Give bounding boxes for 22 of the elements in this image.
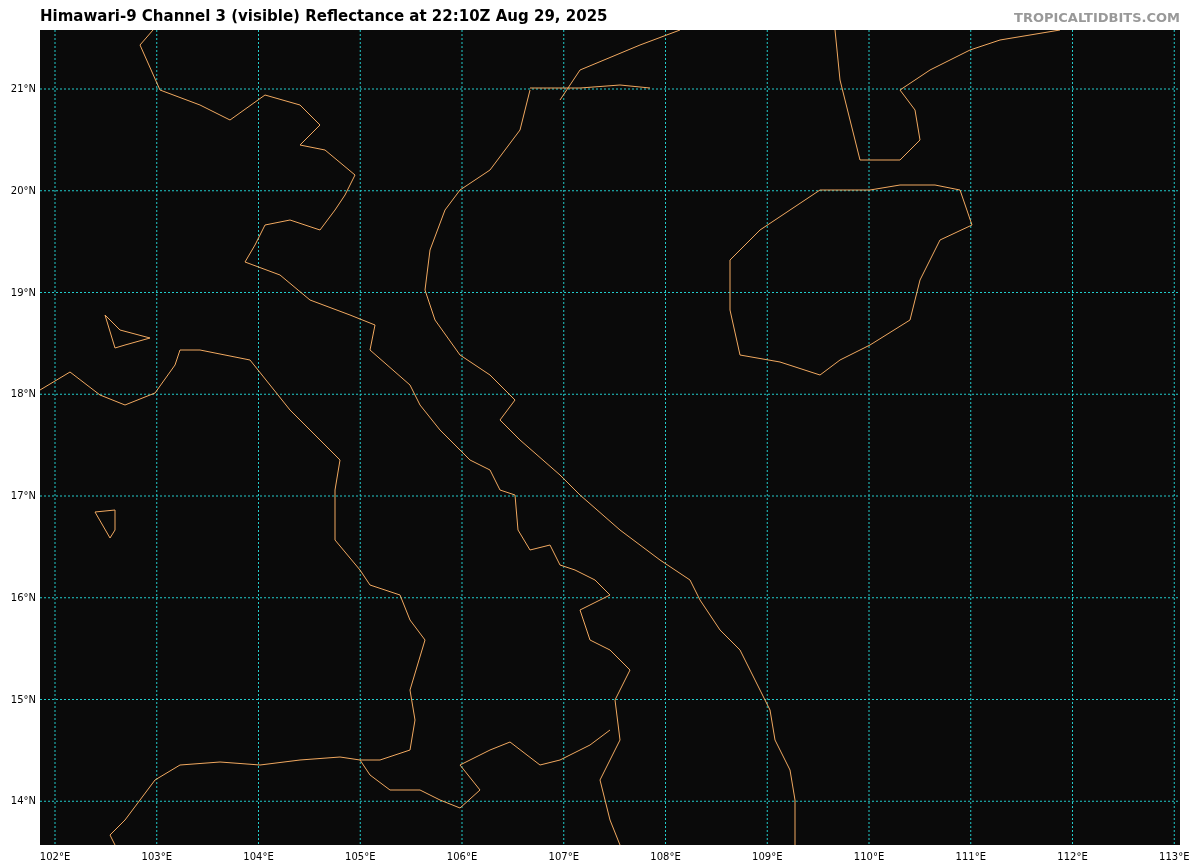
longitude-label: 107°E	[548, 851, 579, 863]
latitude-label: 15°N	[10, 693, 36, 706]
latitude-label: 19°N	[10, 286, 36, 299]
longitude-label: 105°E	[345, 851, 376, 863]
longitude-label: 103°E	[141, 851, 172, 863]
longitude-label: 104°E	[243, 851, 274, 863]
longitude-label: 110°E	[853, 851, 885, 863]
latitude-label: 16°N	[10, 591, 36, 604]
longitude-label: 113°E	[1159, 851, 1190, 863]
longitude-label: 102°E	[39, 851, 71, 863]
latitude-label: 21°N	[10, 83, 36, 95]
latitude-label: 18°N	[10, 388, 36, 401]
longitude-label: 108°E	[650, 851, 681, 863]
longitude-label: 111°E	[955, 851, 986, 863]
longitude-label: 112°E	[1057, 851, 1088, 863]
latitude-label: 17°N	[10, 490, 36, 502]
latitude-label: 14°N	[10, 795, 36, 808]
site-credit: TROPICALTIDBITS.COM	[1014, 8, 1180, 27]
longitude-label: 106°E	[446, 851, 478, 863]
latitude-label: 20°N	[10, 184, 36, 197]
chart-title: Himawari-9 Channel 3 (visible) Reflectance at 22:10Z Aug 29, 2025	[40, 5, 608, 27]
longitude-label: 109°E	[752, 851, 783, 863]
